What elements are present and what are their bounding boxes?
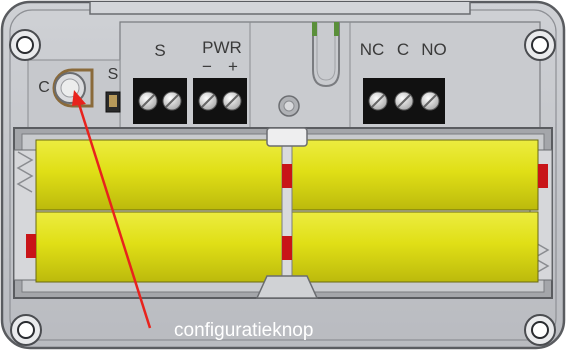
- callout-label: configuratieknop: [174, 320, 313, 341]
- mounting-hole-top-right: [524, 29, 556, 61]
- terminal-block-pwr: [193, 78, 247, 124]
- device-diagram: S PWR − + NC C NO C S configuratieknop: [0, 0, 566, 350]
- battery-bottom-left: [35, 211, 283, 283]
- terminal-block-s: [133, 78, 187, 124]
- battery-clip-bottom: [255, 275, 319, 299]
- battery-contact: [538, 164, 548, 188]
- terminal-no-label: NO: [421, 40, 447, 59]
- config-s-label: S: [108, 66, 119, 83]
- mounting-hole-bottom-left: [10, 314, 42, 346]
- terminal-nc-label: NC: [360, 40, 385, 59]
- terminal-block-relay: [363, 78, 445, 124]
- terminal-pwr-minus: −: [202, 57, 212, 76]
- device-drawing: S PWR − + NC C NO C S configuratieknop: [0, 0, 566, 350]
- battery-bottom-right: [291, 211, 539, 283]
- battery-contact: [26, 234, 36, 258]
- terminal-pwr-label: PWR: [202, 38, 242, 57]
- battery-top-right: [291, 139, 539, 211]
- battery-clip-top: [266, 127, 308, 147]
- terminal-pwr-plus: +: [228, 57, 238, 76]
- battery-top-left: [35, 139, 283, 211]
- mounting-hole-top-left: [9, 29, 41, 61]
- battery-contact: [282, 164, 292, 188]
- terminal-c-label: C: [397, 40, 409, 59]
- mounting-hole-bottom-right: [524, 314, 556, 346]
- terminal-s-label: S: [154, 41, 165, 60]
- battery-contact: [282, 236, 292, 260]
- config-c-label: C: [38, 79, 50, 96]
